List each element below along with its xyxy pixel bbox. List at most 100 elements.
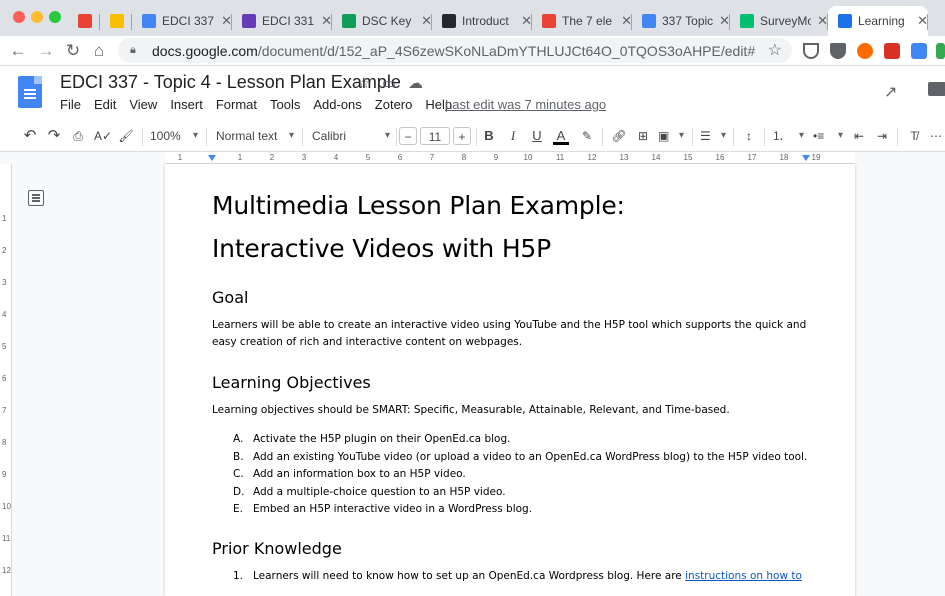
reader-extension-icon[interactable] [911,43,927,59]
paint-format-icon[interactable]: 🖌︎ [118,127,134,145]
undo-icon[interactable]: ↶ [22,127,38,145]
browser-tab[interactable] [100,6,132,36]
menu-tools[interactable]: Tools [270,97,300,112]
decrease-indent-icon[interactable]: ⇤ [851,127,867,145]
goal-paragraph: Learners will be able to create an inter… [212,319,807,348]
pocket-extension-icon[interactable] [803,43,819,59]
insert-image-icon[interactable]: ▣ [658,127,684,145]
doc-heading-line-1: Multimedia Lesson Plan Example: [212,191,625,220]
honey-extension-icon[interactable] [857,43,873,59]
left-indent-marker[interactable] [208,155,216,161]
font-size-input[interactable]: 11 [420,127,450,145]
font-family-select[interactable]: Calibri [312,127,390,145]
ruler-tick-label: 13 [619,153,629,162]
bold-icon[interactable]: B [482,127,496,145]
paragraph-style-select[interactable]: Normal text [216,127,294,145]
move-folder-icon[interactable]: ▭ [382,74,396,92]
bulleted-list-icon[interactable]: •≡ [813,127,843,145]
tab-label: EDCI 337 [162,14,215,28]
browser-tab[interactable]: EDCI 331 ✕ [232,6,332,36]
browser-tab[interactable]: DSC Key ✕ [332,6,432,36]
font-value: Calibri [312,129,347,143]
print-icon[interactable]: ⎙ [70,127,86,145]
menu-insert[interactable]: Insert [170,97,203,112]
browser-tab[interactable]: EDCI 337 ✕ [132,6,232,36]
document-page[interactable]: Multimedia Lesson Plan Example: Interact… [165,164,855,596]
ruler-tick-label: 7 [429,153,435,162]
instructions-link[interactable]: instructions on how to [685,570,802,582]
add-comment-icon[interactable]: ⊞ [635,127,651,145]
clear-formatting-icon[interactable]: T̸ [906,127,922,145]
github-icon [442,14,456,28]
browser-tab[interactable]: The 7 ele ✕ [532,6,632,36]
ruler-tick-label: 4 [2,310,7,319]
forward-icon[interactable]: → [36,40,56,62]
close-window-button[interactable] [13,11,25,23]
minimize-window-button[interactable] [31,11,43,23]
docs-logo-icon[interactable] [18,76,42,108]
ruler-tick-label: 6 [397,153,403,162]
browser-tab[interactable]: 337 Topic ✕ [632,6,730,36]
url-input[interactable]: 🔒︎ docs.google.com/document/d/152_aP_4S6… [118,38,792,63]
last-edit-link[interactable]: Last edit was 7 minutes ago [445,97,606,112]
list-marker: E. [233,503,243,515]
list-item: A. Activate the H5P plugin on their OpenE… [233,431,812,449]
menu-file[interactable]: File [60,97,81,112]
decrease-font-size-button[interactable]: − [399,127,417,145]
document-body[interactable]: Multimedia Lesson Plan Example: Interact… [212,164,812,585]
increase-indent-icon[interactable]: ⇥ [874,127,890,145]
list-item-text: Embed an H5P interactive video in a Word… [253,503,533,515]
browser-tab[interactable]: Learning ✕ [828,6,928,36]
underline-icon[interactable]: U [530,127,544,145]
document-outline-icon[interactable] [28,190,44,206]
list-item-text: Add an existing YouTube video (or upload… [253,450,808,463]
prior-knowledge-list: 1. Learners will need to know how to set… [212,568,812,586]
numbered-list-icon[interactable]: ⒈ [772,127,804,145]
grammar-extension-icon[interactable] [884,43,900,59]
goal-heading: Goal [212,288,249,307]
star-icon[interactable]: ☆ [357,74,370,92]
align-icon[interactable]: ☰ [700,127,726,145]
right-indent-marker[interactable] [802,155,810,161]
list-item: C. Add an information box to an H5P video… [233,466,812,484]
font-size-value: 11 [428,130,442,144]
drive-icon [110,14,124,28]
browser-tab[interactable]: SurveyMo ✕ [730,6,828,36]
ruler-tick-label: 17 [747,153,757,162]
highlight-color-icon[interactable]: ✎ [579,127,595,145]
bookmark-star-icon[interactable]: ☆ [768,40,782,60]
italic-icon[interactable]: I [506,127,520,145]
zoom-select[interactable]: 100% [150,127,198,145]
more-options-icon[interactable]: ⋯ [930,127,942,145]
menu-view[interactable]: View [129,97,157,112]
list-item: E. Embed an H5P interactive video in a Wo… [233,501,812,519]
browser-tab[interactable] [68,6,100,36]
menu-zotero[interactable]: Zotero [375,97,413,112]
browser-tab[interactable]: Introduct ✕ [432,6,532,36]
menu-addons[interactable]: Add-ons [313,97,361,112]
redo-icon[interactable]: ↷ [46,127,62,145]
maximize-window-button[interactable] [49,11,61,23]
vertical-ruler[interactable]: 1 2 3 4 5 6 7 8 9 10 11 12 [0,164,12,596]
increase-font-size-button[interactable]: + [453,127,471,145]
reload-icon[interactable]: ↻ [63,40,83,62]
horizontal-ruler[interactable]: 1 1 2 3 4 5 6 7 8 9 10 11 12 13 14 15 16 17 18 19 [165,152,855,164]
menu-edit[interactable]: Edit [94,97,116,112]
shield-extension-icon[interactable] [830,43,846,59]
document-title[interactable]: EDCI 337 - Topic 4 - Lesson Plan Example [60,72,401,93]
profile-extension-icon[interactable] [936,43,945,59]
surveymonkey-icon [740,14,754,28]
comments-icon[interactable] [928,82,945,96]
activity-trend-icon[interactable]: ↗ [884,82,897,102]
text-color-icon[interactable]: A [553,127,569,145]
menu-format[interactable]: Format [216,97,257,112]
back-icon[interactable]: ← [8,40,28,62]
home-icon[interactable]: ⌂ [89,40,109,62]
tab-label: EDCI 331 [262,14,315,28]
spellcheck-icon[interactable]: A✓ [94,127,112,145]
list-item-text: Activate the H5P plugin on their OpenEd.… [253,433,511,445]
list-marker: A. [233,433,244,445]
cloud-status-icon[interactable]: ☁ [408,74,423,92]
line-spacing-icon[interactable]: ↕ [740,127,758,145]
insert-link-icon[interactable]: 🔗︎ [610,127,628,145]
